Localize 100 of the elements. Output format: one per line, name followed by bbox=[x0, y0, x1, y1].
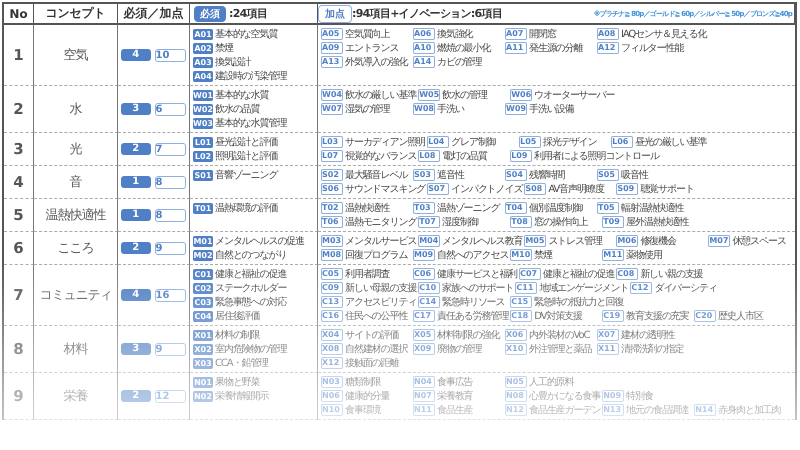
required-count: 1 bbox=[121, 209, 150, 221]
concept-label: 水 bbox=[70, 101, 82, 118]
item-code-tag: S06 bbox=[321, 183, 343, 195]
item-label: IAQセンサ＆見える化 bbox=[621, 28, 706, 41]
item-label: 遮音性 bbox=[437, 168, 464, 182]
item-code-tag: L09 bbox=[510, 150, 532, 162]
item-code-tag: W09 bbox=[505, 103, 527, 115]
item-code-tag: L04 bbox=[427, 136, 450, 148]
item-code-tag: C12 bbox=[630, 282, 652, 294]
row-number: 7 bbox=[13, 286, 24, 304]
item-label: 食品生産 bbox=[437, 404, 473, 417]
item-label: 栄養情報開示 bbox=[215, 390, 268, 403]
item-label: 食事広告 bbox=[437, 376, 473, 389]
item-label: 昼光の厳しい基準 bbox=[635, 136, 706, 149]
item-code-tag: N12 bbox=[505, 404, 527, 416]
item-label: 果物と野菜 bbox=[215, 376, 260, 389]
item-code-tag: C19 bbox=[602, 310, 624, 322]
item-label: 輻射温熱快適性 bbox=[621, 202, 684, 215]
item-label: サウンドマスキング bbox=[345, 183, 426, 196]
item-code-tag: X11 bbox=[597, 343, 619, 355]
item-label: ステークホルダー bbox=[215, 282, 286, 295]
item-code-tag: C05 bbox=[321, 268, 343, 280]
concept-label: コミュニティ bbox=[40, 287, 112, 304]
item-label: 発生源の分離 bbox=[529, 42, 582, 55]
item-label: 緊急事態への対応 bbox=[215, 296, 286, 309]
item-label: 接触面の距離 bbox=[345, 356, 398, 370]
item-code-tag: N07 bbox=[413, 390, 435, 402]
item-label: 心豊かになる食事 bbox=[529, 390, 600, 403]
row-number: 2 bbox=[13, 100, 24, 118]
item-label: ストレス管理 bbox=[548, 235, 602, 248]
item-label: 居住後評価 bbox=[215, 310, 260, 323]
column-header: コンセプト bbox=[34, 4, 118, 25]
item-label: 飲水の管理 bbox=[442, 88, 487, 102]
item-label: 内外装材のVoC bbox=[529, 328, 590, 342]
item-code-tag: X01 bbox=[193, 330, 213, 340]
item-label: 室内危険物の管理 bbox=[215, 342, 286, 356]
item-code-tag: C14 bbox=[418, 296, 440, 308]
bonus-count: 6 bbox=[154, 102, 186, 116]
item-label: 温熱快適性 bbox=[345, 202, 390, 215]
item-code-tag: N05 bbox=[505, 376, 527, 388]
item-code-tag: N14 bbox=[694, 404, 716, 416]
item-code-tag: W08 bbox=[413, 103, 435, 115]
item-code-tag: A08 bbox=[597, 28, 619, 40]
item-label: 外気導入の強化 bbox=[345, 56, 408, 69]
item-label: 視覚的なバランス bbox=[345, 150, 416, 163]
item-label: 基本的な空気質 bbox=[215, 28, 278, 41]
item-code-tag: W07 bbox=[321, 103, 343, 115]
row-number: 6 bbox=[13, 239, 24, 257]
item-code-tag: T08 bbox=[510, 216, 532, 228]
item-code-tag: T07 bbox=[418, 216, 440, 228]
required-count: 3 bbox=[121, 343, 150, 355]
item-label: 新しい親の支援 bbox=[640, 268, 703, 281]
concept-label: 光 bbox=[70, 141, 82, 158]
item-code-tag: N10 bbox=[321, 404, 343, 416]
item-code-tag: T01 bbox=[193, 202, 213, 214]
item-label: 健康サービスと福利 bbox=[437, 268, 518, 281]
column-header: 必須／加点 bbox=[118, 4, 190, 25]
required-count: 2 bbox=[121, 242, 150, 254]
item-label: 材料の制限 bbox=[215, 328, 260, 342]
concept-label: 音 bbox=[70, 174, 82, 191]
item-code-tag: A02 bbox=[193, 42, 213, 54]
item-code-tag: A14 bbox=[413, 56, 435, 68]
item-code-tag: N13 bbox=[602, 404, 624, 416]
item-label: CCA・鉛管理 bbox=[215, 357, 268, 370]
item-code-tag: N01 bbox=[193, 376, 213, 388]
item-label: 教育支援の充実 bbox=[626, 310, 689, 323]
bonus-count: 8 bbox=[154, 208, 186, 222]
item-label: DV対策支援 bbox=[534, 310, 582, 323]
row-number: 1 bbox=[13, 46, 24, 64]
item-label: 屋外温熱快適性 bbox=[626, 216, 689, 229]
item-label: 緊急時の抵抗力と回復 bbox=[534, 296, 624, 309]
item-label: カビの管理 bbox=[437, 56, 482, 69]
item-code-tag: M08 bbox=[321, 249, 343, 261]
item-label: 食品生産ガーデン bbox=[529, 404, 600, 417]
required-count: 4 bbox=[121, 49, 150, 61]
item-label: 清掃洗剤の指定 bbox=[621, 342, 684, 356]
required-tag: 必須 bbox=[194, 6, 226, 22]
item-label: 住民への公平性 bbox=[345, 310, 408, 323]
row-number: 4 bbox=[13, 173, 24, 191]
item-code-tag: A13 bbox=[321, 56, 343, 68]
item-code-tag: S05 bbox=[597, 169, 619, 181]
bonus-count: 10 bbox=[154, 48, 186, 62]
item-code-tag: L02 bbox=[193, 150, 213, 162]
row-number: 3 bbox=[13, 140, 24, 158]
item-label: 手洗い bbox=[437, 102, 464, 116]
item-label: 人工的原料 bbox=[529, 376, 574, 389]
item-label: 地域エンゲージメント bbox=[539, 282, 628, 295]
item-code-tag: T06 bbox=[321, 216, 343, 228]
item-code-tag: C16 bbox=[321, 310, 343, 322]
item-code-tag: N09 bbox=[602, 390, 624, 402]
item-label: 飲水の品質 bbox=[215, 102, 260, 116]
item-label: 換気設計 bbox=[215, 56, 251, 69]
item-code-tag: A01 bbox=[193, 28, 213, 40]
bonus-count: 9 bbox=[154, 242, 186, 254]
item-code-tag: S09 bbox=[616, 183, 638, 195]
item-label: メンタルヘルス教育 bbox=[442, 234, 522, 248]
item-label: 利用者調査 bbox=[345, 268, 390, 281]
item-label: 基本的な水質 bbox=[215, 88, 268, 102]
item-label: 健康と福祉の促進 bbox=[215, 268, 286, 281]
item-label: 責任ある労務管理 bbox=[437, 310, 508, 323]
